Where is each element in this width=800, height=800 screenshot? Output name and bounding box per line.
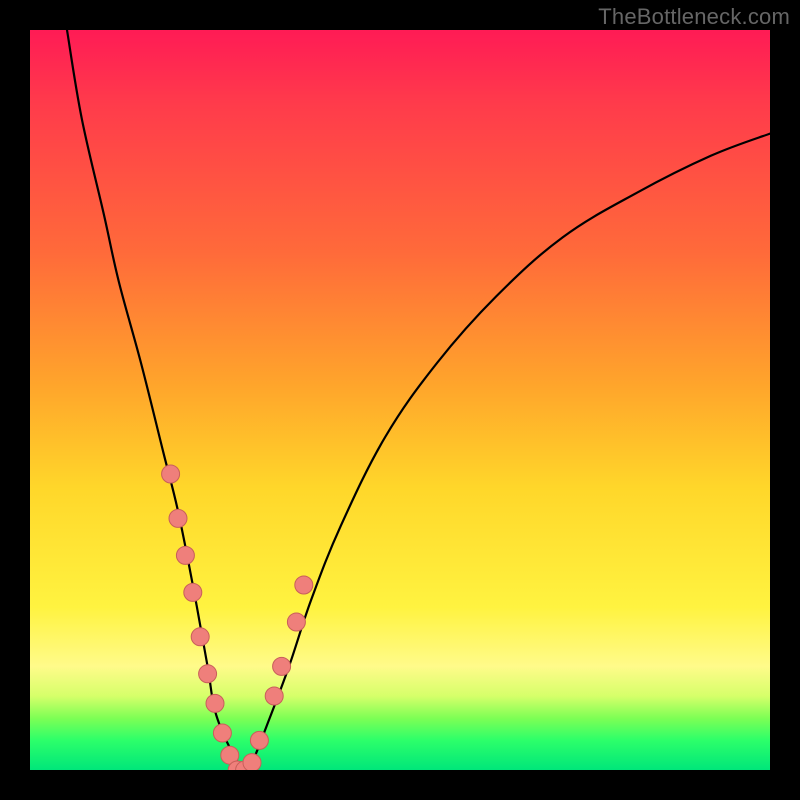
sample-dot bbox=[273, 657, 291, 675]
watermark-text: TheBottleneck.com bbox=[598, 4, 790, 30]
sample-dot bbox=[243, 754, 261, 770]
sample-dot bbox=[184, 583, 202, 601]
sample-dot bbox=[265, 687, 283, 705]
sample-dot bbox=[176, 546, 194, 564]
sample-dot bbox=[162, 465, 180, 483]
sample-dot bbox=[199, 665, 217, 683]
sample-dot bbox=[206, 694, 224, 712]
sample-dots-group bbox=[162, 465, 313, 770]
plot-area bbox=[30, 30, 770, 770]
chart-frame: TheBottleneck.com bbox=[0, 0, 800, 800]
sample-dot bbox=[287, 613, 305, 631]
sample-dot bbox=[191, 628, 209, 646]
sample-dot bbox=[250, 731, 268, 749]
bottleneck-curve bbox=[67, 30, 770, 770]
chart-svg bbox=[30, 30, 770, 770]
sample-dot bbox=[213, 724, 231, 742]
sample-dot bbox=[295, 576, 313, 594]
sample-dot bbox=[169, 509, 187, 527]
